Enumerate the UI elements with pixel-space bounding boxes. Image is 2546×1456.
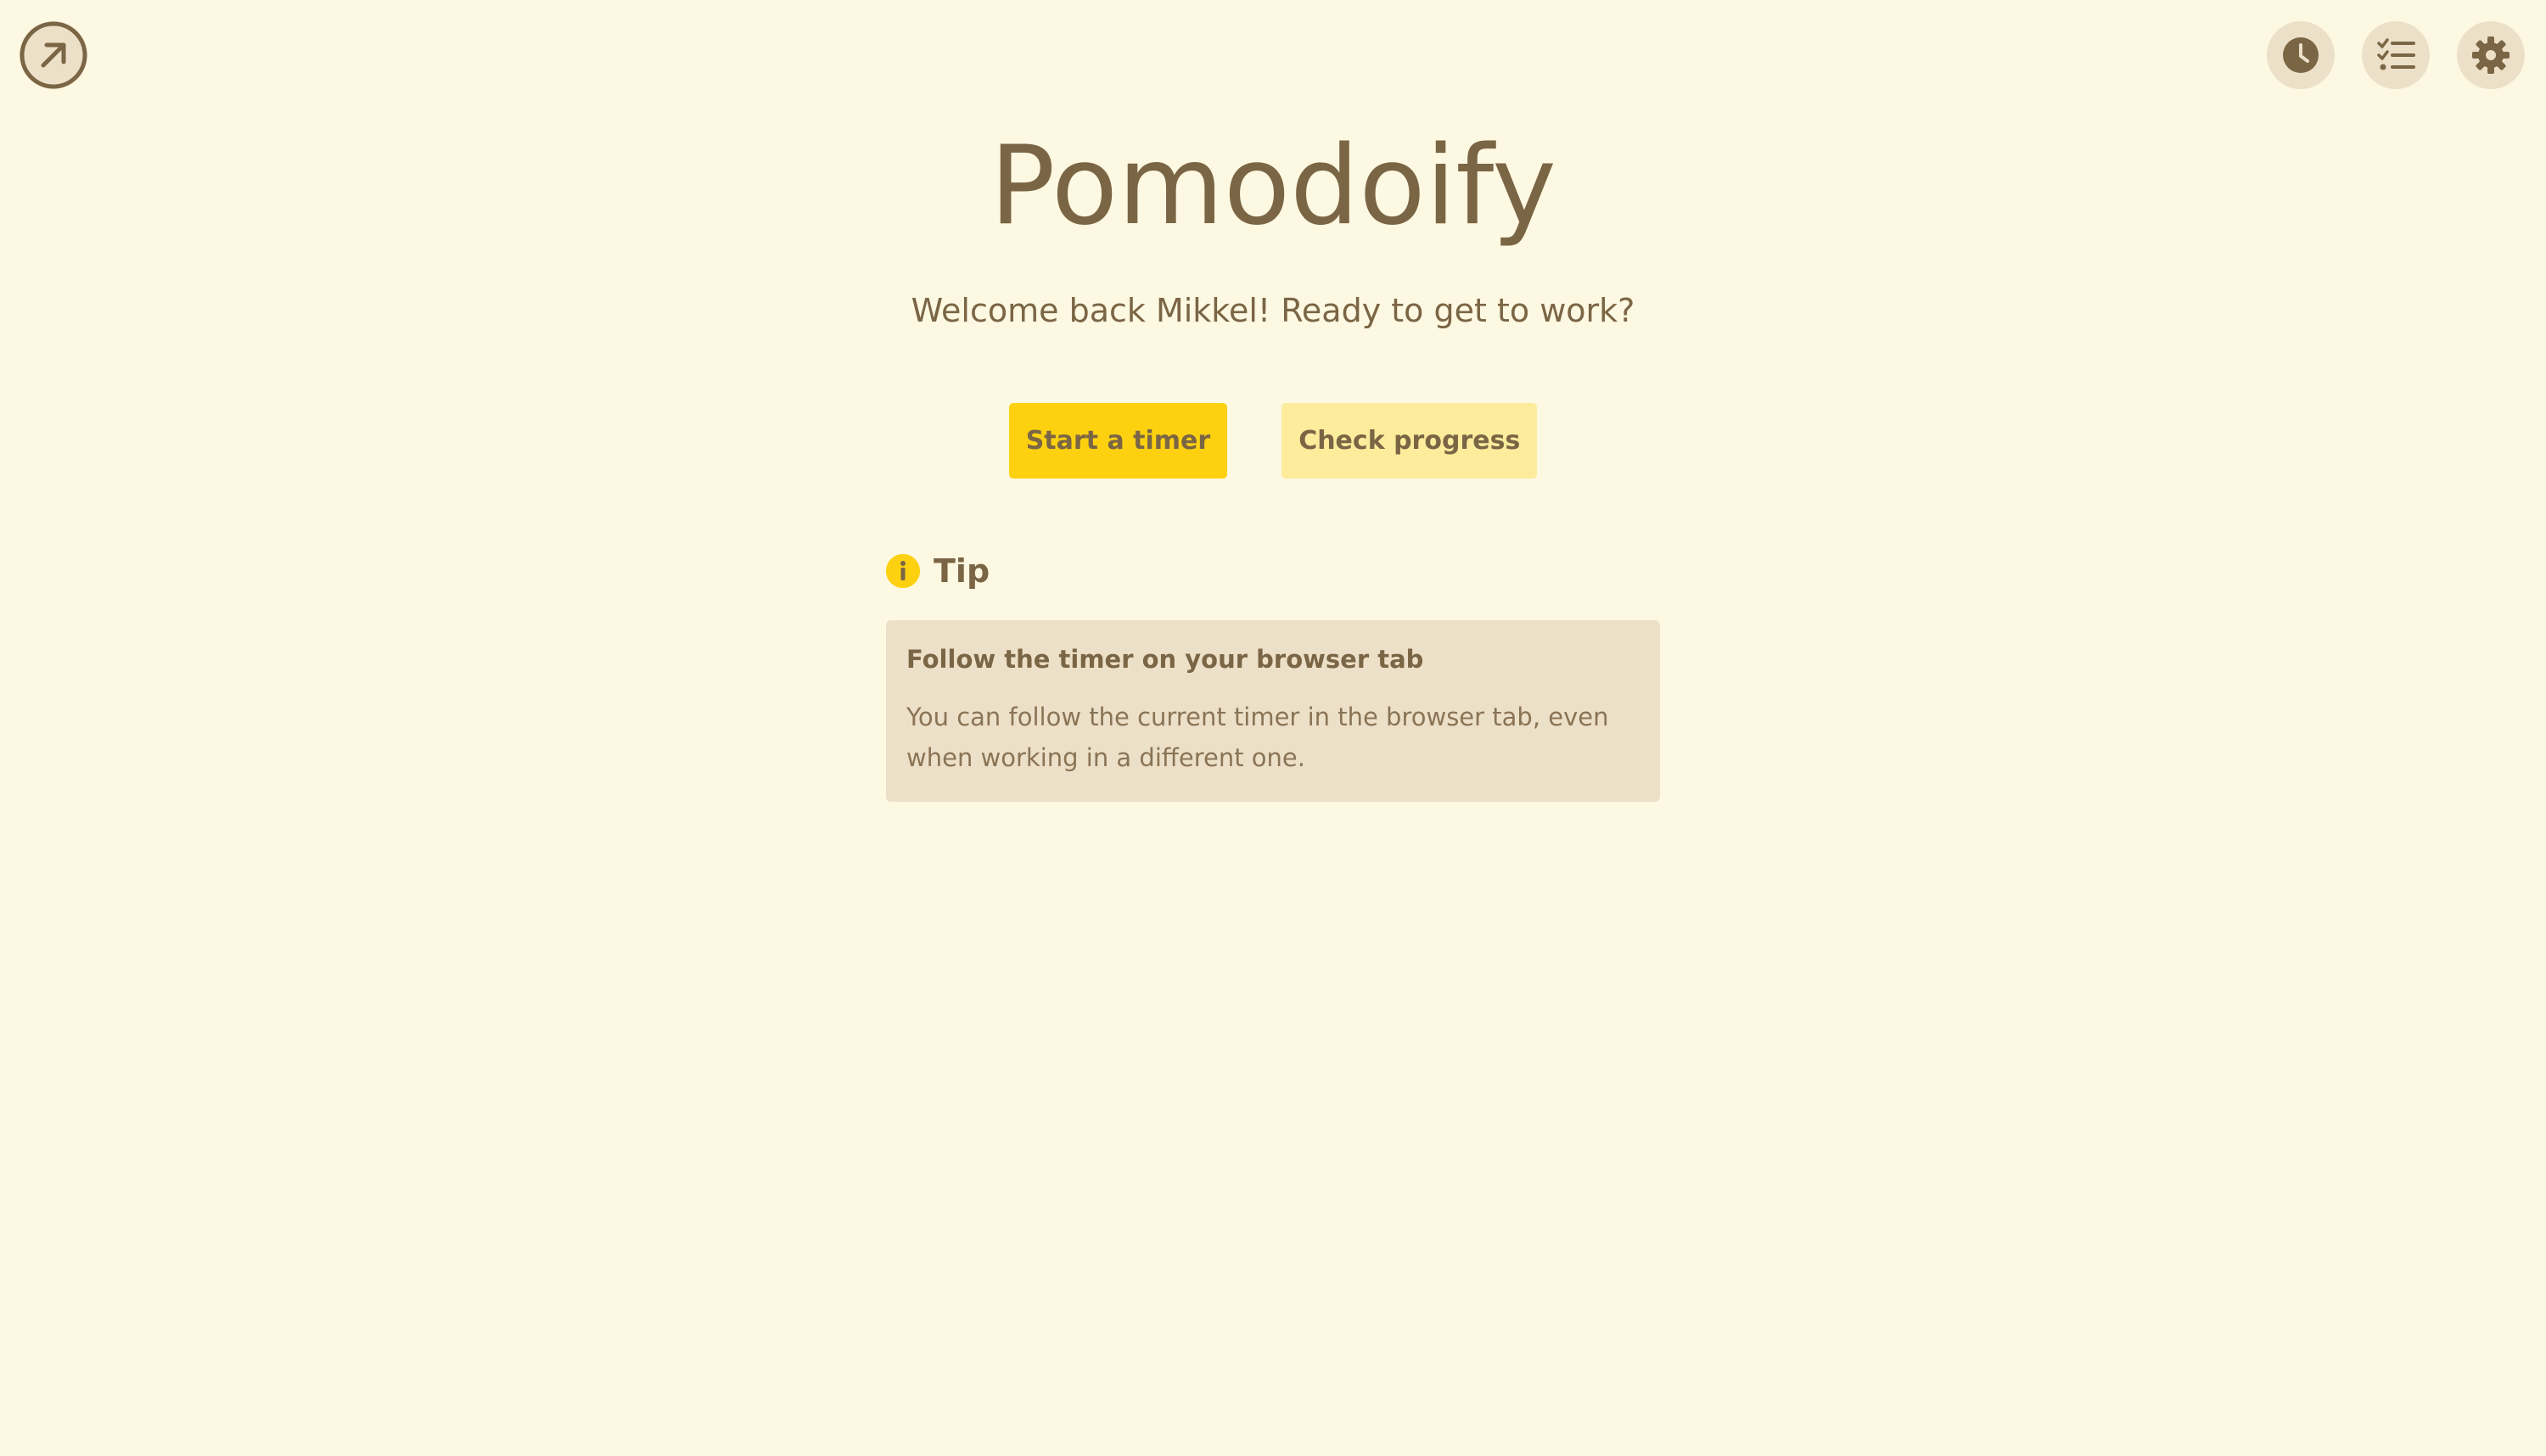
tip-card: Follow the timer on your browser tab You… (886, 620, 1660, 802)
settings-button[interactable] (2457, 21, 2525, 89)
welcome-message: Welcome back Mikkel! Ready to get to wor… (911, 292, 1635, 329)
tasks-button[interactable] (2362, 21, 2430, 89)
tip-body: You can follow the current timer in the … (906, 703, 1609, 772)
history-button[interactable] (2267, 21, 2335, 89)
main-actions: Start a timer Check progress (0, 403, 2546, 479)
page-title: Pomodoify (990, 123, 1556, 249)
top-nav (2267, 21, 2525, 89)
tip-header: Tip (886, 547, 1660, 595)
checklist-icon (2376, 36, 2415, 75)
tip-section: Tip Follow the timer on your browser tab… (886, 547, 1660, 802)
tip-heading: Tip (934, 552, 990, 590)
app-logo[interactable] (20, 21, 87, 89)
gear-icon (2471, 36, 2510, 75)
info-icon (886, 554, 920, 588)
start-timer-button[interactable]: Start a timer (1008, 403, 1228, 479)
check-progress-button[interactable]: Check progress (1281, 403, 1538, 479)
clock-icon (2281, 36, 2320, 75)
arrow-up-right-circle-icon (20, 21, 87, 89)
tip-title: Follow the timer on your browser tab (906, 645, 1424, 674)
